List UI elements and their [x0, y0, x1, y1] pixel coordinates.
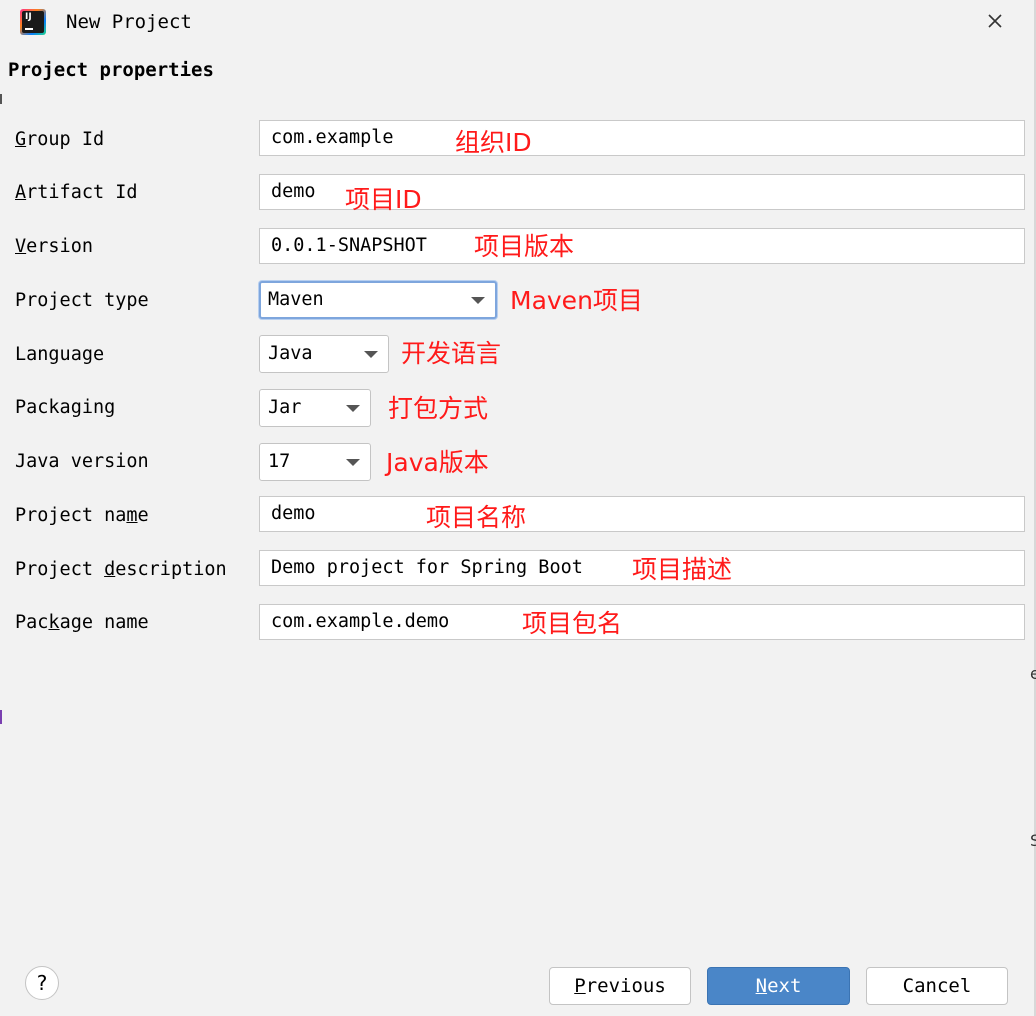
project-name-input[interactable]: demo: [259, 496, 1025, 532]
background-text-fragment: S: [1030, 831, 1036, 850]
java-version-select[interactable]: 17: [259, 443, 371, 481]
package-name-input[interactable]: com.example.demo: [259, 604, 1025, 640]
java-version-annotation: Java版本: [386, 448, 489, 477]
cancel-button[interactable]: Cancel: [866, 967, 1008, 1005]
next-button[interactable]: Next: [707, 967, 850, 1005]
project-name-annotation: 项目名称: [426, 503, 527, 532]
previous-button[interactable]: Previous: [549, 967, 691, 1005]
project-description-annotation: 项目描述: [632, 555, 733, 584]
project-type-select[interactable]: Maven: [259, 281, 497, 319]
project-description-label: Project description: [15, 559, 227, 580]
background-edge-mark: [0, 710, 2, 724]
project-type-annotation: Maven项目: [510, 286, 643, 315]
packaging-label: Packaging: [15, 397, 116, 418]
background-edge-mark: [0, 94, 2, 104]
version-input[interactable]: 0.0.1-SNAPSHOT: [259, 228, 1025, 264]
group-id-label: Group Id: [15, 129, 105, 150]
help-button[interactable]: ?: [25, 966, 59, 1000]
version-annotation: 项目版本: [474, 232, 575, 261]
group-id-annotation: 组织ID: [455, 128, 532, 157]
artifact-id-label: Artifact Id: [15, 182, 138, 203]
background-text-fragment: e: [1030, 664, 1036, 683]
package-name-annotation: 项目包名: [522, 609, 623, 638]
chevron-down-icon: [364, 351, 378, 358]
language-label: Language: [15, 344, 105, 365]
java-version-label: Java version: [15, 451, 149, 472]
window-title: New Project: [66, 11, 192, 33]
chevron-down-icon: [346, 459, 360, 466]
group-id-input[interactable]: com.example: [259, 120, 1025, 156]
package-name-label: Package name: [15, 612, 149, 633]
language-select[interactable]: Java: [259, 335, 389, 373]
language-annotation: 开发语言: [401, 339, 502, 368]
artifact-id-annotation: 项目ID: [345, 185, 422, 214]
packaging-annotation: 打包方式: [388, 394, 489, 423]
packaging-select[interactable]: Jar: [259, 389, 371, 427]
project-type-label: Project type: [15, 290, 149, 311]
intellij-idea-icon: IJ: [20, 9, 46, 35]
chevron-down-icon: [346, 405, 360, 412]
chevron-down-icon: [471, 297, 485, 304]
version-label: Version: [15, 236, 93, 257]
close-icon[interactable]: [982, 8, 1008, 34]
section-title: Project properties: [8, 59, 214, 81]
project-name-label: Project name: [15, 505, 149, 526]
